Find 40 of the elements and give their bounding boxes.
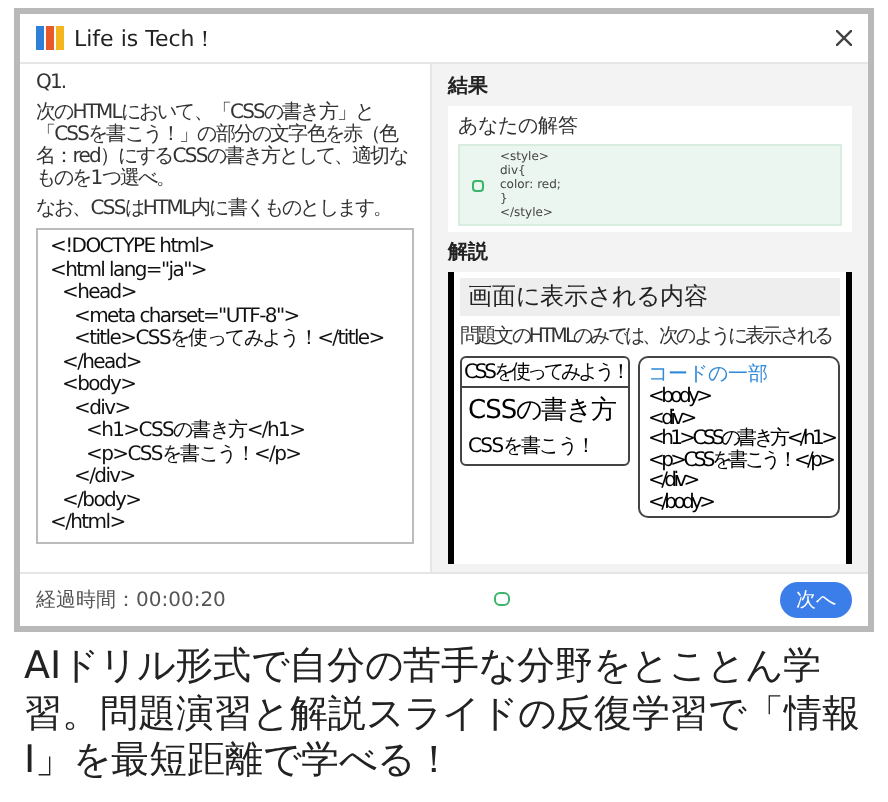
result-heading: 結果 <box>448 73 490 100</box>
close-icon <box>836 30 852 46</box>
elapsed-time: 経過時間：00:00:20 <box>36 587 226 614</box>
code-line: <html lang="ja"> <box>50 259 206 282</box>
logo-icon <box>36 24 64 52</box>
slide-subtitle: 問題文のHTMLのみでは、次のように表示される <box>460 323 832 350</box>
code-line: </div> <box>74 466 135 489</box>
callout-code-line: </div> <box>648 472 697 492</box>
logo-text: Life is Tech！ <box>74 23 217 53</box>
mockup-heading: CSSの書き方 <box>466 394 619 430</box>
code-line: <div> <box>74 397 130 420</box>
code-line: <!DOCTYPE html> <box>50 236 214 259</box>
callout-label: コードの一部 <box>648 361 768 386</box>
code-line: </html> <box>50 512 125 535</box>
mockup-tab-title: CSSを使ってみよう！ <box>464 360 628 386</box>
code-line: <body> <box>62 374 136 397</box>
callout-code-line: <body> <box>648 388 710 408</box>
code-line: </body> <box>62 489 141 511</box>
caption-text: AIドリル形式で自分の苦手な分野をとことん学習。問題演習と解説スライドの反復学習で「情報Ⅰ」を最短距離で学べる！ <box>24 644 862 785</box>
callout-code-line: </body> <box>648 493 713 514</box>
code-line: </head> <box>62 351 141 374</box>
callout-code-line: <p>CSSを書こう！</p> <box>648 451 833 471</box>
question-number: Q1. <box>36 72 68 94</box>
chat-icon <box>494 592 511 608</box>
code-line: <meta charset="UTF-8"> <box>74 305 299 328</box>
callout-code-line: <div> <box>648 409 694 429</box>
code-line: <h1>CSSの書き方</h1> <box>86 420 305 443</box>
code-line: <p>CSSを書こう！</p> <box>86 443 301 465</box>
mockup-text: CSSを書こう！ <box>466 433 597 462</box>
code-line: <title>CSSを使ってみよう！</title> <box>74 328 384 351</box>
explanation-heading: 解説 <box>448 239 490 266</box>
radio-icon <box>472 179 484 191</box>
slide-title: 画面に表示される内容 <box>460 278 840 316</box>
question-text: 次のHTMLにおいて、「CSSの書き方」と「CSSを書こう！」の部分の文字色を赤（色名：red）にするCSSの書き方として、適切なものを1つ選べ。 <box>36 102 409 190</box>
answer-label: あなたの解答 <box>458 114 580 140</box>
code-line: <head> <box>62 282 136 305</box>
close-button[interactable] <box>836 30 852 46</box>
callout-code-line: <h1>CSSの書き方</h1> <box>648 430 835 450</box>
next-button[interactable]: 次へ <box>779 582 852 618</box>
question-text: なお、CSSはHTML内に書くものとします。 <box>36 198 394 220</box>
